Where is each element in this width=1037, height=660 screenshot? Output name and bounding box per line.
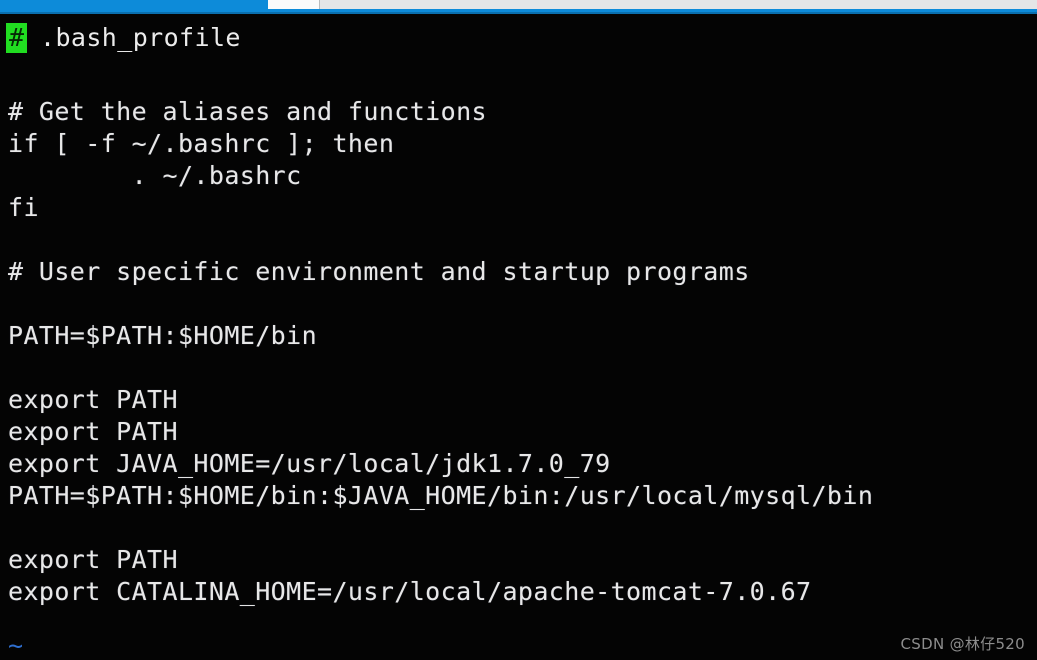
window-titlebar[interactable] [0,0,1037,12]
editor-line-11: export PATH [8,385,178,414]
editor-line-12: export PATH [8,417,178,446]
editor-line-7: # User specific environment and startup … [8,257,750,286]
editor-line-5: fi [8,193,39,222]
terminal-screen: # .bash_profile # Get the aliases and fu… [0,0,1037,660]
text-cursor: # [6,23,27,53]
editor-line-2: # Get the aliases and functions [8,97,487,126]
editor-line-14: PATH=$PATH:$HOME/bin:$JAVA_HOME/bin:/usr… [8,481,874,510]
editor-line-13: export JAVA_HOME=/usr/local/jdk1.7.0_79 [8,449,611,478]
editor-line-16: export PATH [8,545,178,574]
empty-line-marker: ~ [8,631,24,660]
titlebar-toolbar-strip [268,0,1037,9]
terminal-body[interactable]: # .bash_profile # Get the aliases and fu… [0,14,1037,660]
editor-line-4: . ~/.bashrc [8,161,302,190]
editor-line-17: export CATALINA_HOME=/usr/local/apache-t… [8,577,812,606]
titlebar-tab[interactable] [268,0,320,9]
editor-line-9: PATH=$PATH:$HOME/bin [8,321,318,350]
watermark: CSDN @林仔520 [900,635,1025,653]
editor-filename: .bash_profile [40,23,241,52]
editor-line-3: if [ -f ~/.bashrc ]; then [8,129,395,158]
